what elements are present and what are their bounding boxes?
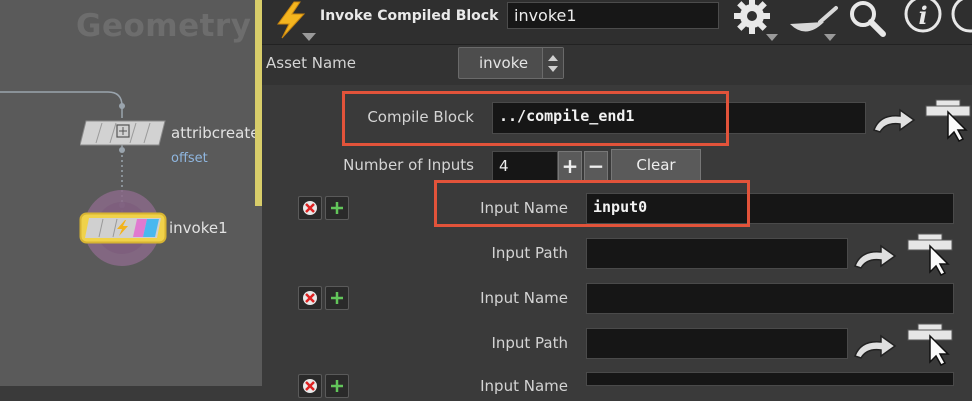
info-icon[interactable]: i — [900, 0, 946, 44]
node-wires — [0, 91, 160, 266]
network-editor[interactable]: Geometry attribcreate offset invoke1 — [0, 0, 262, 386]
node-picker-icon[interactable] — [922, 96, 972, 142]
input-name-value-2 — [587, 284, 953, 292]
svg-text:i: i — [918, 1, 927, 30]
insert-entry-button[interactable] — [325, 374, 349, 398]
red-x-icon — [303, 201, 317, 215]
insert-entry-button[interactable] — [325, 286, 349, 310]
node-name-field[interactable] — [507, 2, 719, 29]
asset-name-label: Asset Name — [266, 54, 357, 72]
number-of-inputs-field[interactable]: 4 — [492, 151, 558, 181]
delete-entry-button[interactable] — [298, 286, 322, 310]
node-label-invoke1: invoke1 — [169, 219, 228, 237]
red-x-icon — [303, 379, 317, 393]
asset-name-value: invoke — [479, 54, 529, 72]
highlight-compile-block — [342, 91, 729, 146]
wok-icon[interactable] — [784, 0, 840, 44]
lightning-icon — [277, 1, 316, 41]
input-name-label-2: Input Name — [480, 289, 568, 307]
asset-name-menu[interactable]: invoke — [458, 47, 564, 79]
input-path-label-1: Input Path — [491, 244, 568, 262]
gear-icon[interactable] — [728, 0, 780, 44]
jump-arrow-icon[interactable] — [851, 242, 899, 272]
delete-entry-button[interactable] — [298, 196, 322, 220]
input-name-field-2[interactable] — [586, 283, 954, 314]
input-name-value-3 — [587, 373, 953, 381]
number-of-inputs-value: 4 — [499, 157, 509, 175]
input-path-field-1[interactable] — [586, 238, 848, 269]
input-path-field-2[interactable] — [586, 328, 848, 359]
delete-entry-button[interactable] — [298, 374, 322, 398]
input-name-label-3: Input Name — [480, 377, 568, 395]
input-name-field-3[interactable] — [586, 372, 954, 386]
add-input-button[interactable]: + — [558, 151, 582, 181]
clear-inputs-button[interactable]: Clear — [611, 149, 701, 181]
green-plus-icon — [331, 292, 343, 304]
green-plus-icon — [331, 202, 343, 214]
jump-arrow-icon[interactable] — [851, 332, 899, 362]
help-icon[interactable] — [950, 0, 972, 44]
asset-name-row — [262, 45, 972, 85]
node-type-label: Invoke Compiled Block — [320, 8, 499, 24]
jump-arrow-icon[interactable] — [870, 106, 918, 136]
invoke1-node[interactable] — [79, 212, 167, 244]
remove-input-button[interactable]: − — [584, 151, 608, 181]
input-path-value-2 — [587, 329, 847, 337]
up-down-arrows-icon — [548, 55, 558, 72]
magnifier-icon[interactable] — [844, 0, 892, 44]
attribcreate-node[interactable] — [80, 120, 166, 146]
pane-divider[interactable] — [255, 0, 262, 206]
highlight-input-name — [434, 180, 750, 227]
node-subtitle-offset: offset — [171, 151, 208, 166]
asset-name-spinner[interactable] — [542, 48, 563, 78]
node-picker-icon[interactable] — [904, 230, 954, 276]
green-plus-icon — [331, 380, 343, 392]
input-path-value-1 — [587, 239, 847, 247]
red-x-icon — [303, 291, 317, 305]
input-path-label-2: Input Path — [491, 334, 568, 352]
number-of-inputs-label: Number of Inputs — [343, 156, 474, 174]
node-picker-icon[interactable] — [904, 320, 954, 366]
insert-entry-button[interactable] — [325, 196, 349, 220]
node-label-attribcreate: attribcreate — [171, 124, 260, 142]
